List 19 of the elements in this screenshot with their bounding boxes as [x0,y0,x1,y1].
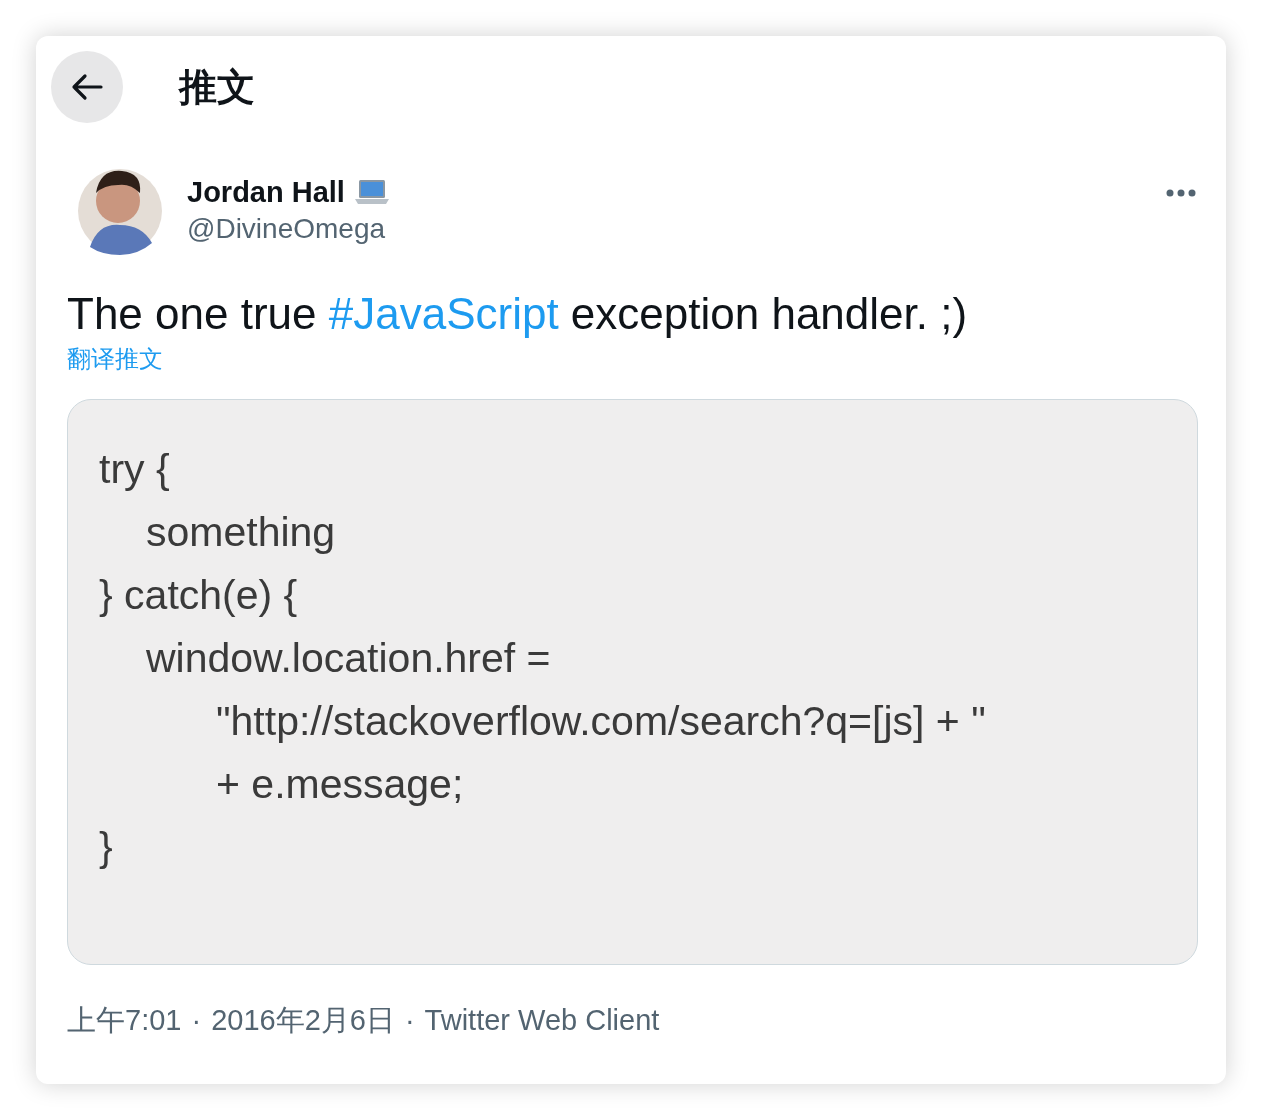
code-line: } [99,822,113,872]
code-line: try { [99,444,170,494]
tweet-source[interactable]: Twitter Web Client [424,999,660,1043]
code-line: something [146,507,336,557]
tweet-text: The one true #JavaScript exception handler. ;) [67,288,969,340]
laptop-icon [354,178,389,206]
tweet-time[interactable]: 上午7:01 [67,999,182,1043]
code-line: + e.message; [216,759,464,809]
separator: · [191,1003,202,1038]
tweet-date[interactable]: 2016年2月6日 [211,999,395,1043]
code-line: window.location.href = [146,633,551,683]
code-line: "http://stackoverflow.com/search?q=[js] + " [216,696,986,746]
author-name[interactable]: Jordan Hall [187,174,345,210]
back-icon [71,73,103,101]
author-handle[interactable]: @DivineOmega [187,210,389,248]
page-title: 推文 [179,64,255,110]
code-line: } catch(e) { [99,570,298,620]
separator: · [404,1003,415,1038]
more-icon[interactable] [1166,189,1196,197]
